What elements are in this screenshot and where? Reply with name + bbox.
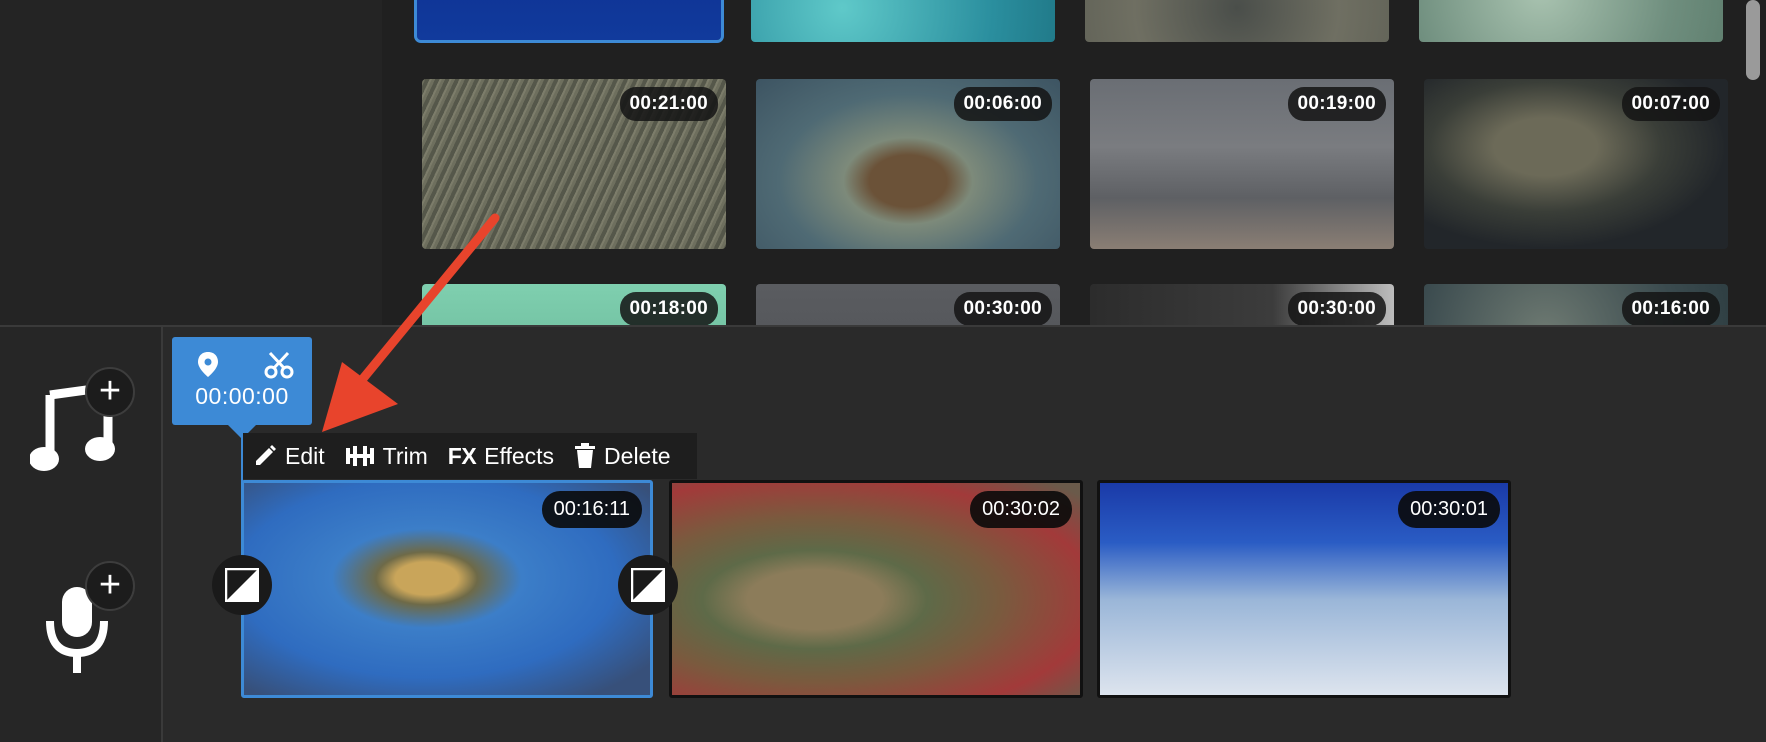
media-thumbnail[interactable]: 00:19:00 — [1090, 79, 1394, 249]
duration-badge: 00:30:00 — [1287, 292, 1386, 325]
fx-icon: FX — [447, 442, 477, 469]
media-thumbnail[interactable] — [1419, 0, 1723, 42]
trash-icon — [575, 443, 596, 468]
scissors-icon[interactable] — [264, 350, 294, 380]
transition-button[interactable] — [618, 555, 678, 615]
add-voiceover-button[interactable]: + — [30, 561, 140, 685]
track-controls: + + — [0, 327, 163, 742]
duration-badge: 00:30:01 — [1398, 491, 1500, 528]
media-thumbnail[interactable] — [414, 0, 724, 43]
add-icon: + — [85, 561, 135, 611]
transition-icon — [225, 568, 259, 602]
effects-button[interactable]: FX Effects — [438, 433, 564, 479]
transition-button[interactable] — [212, 555, 272, 615]
duration-badge: 00:30:00 — [953, 292, 1052, 325]
edit-label: Edit — [285, 442, 325, 469]
duration-badge: 00:21:00 — [619, 87, 718, 121]
media-thumbnail[interactable] — [751, 0, 1055, 42]
trim-button[interactable]: Trim — [335, 433, 438, 479]
duration-badge: 00:16:11 — [541, 491, 642, 528]
duration-badge: 00:07:00 — [1621, 87, 1720, 121]
media-thumbnail[interactable]: 00:30:00 — [1090, 284, 1394, 325]
media-thumbnail[interactable]: 00:30:00 — [756, 284, 1060, 325]
media-grid: 00:21:00 00:06:00 00:19:00 00:07:00 00:1… — [382, 0, 1766, 325]
duration-badge: 00:06:00 — [953, 87, 1052, 121]
location-pin-icon[interactable] — [196, 351, 220, 379]
edit-button[interactable]: Edit — [243, 433, 335, 479]
media-thumbnail[interactable]: 00:16:00 — [1424, 284, 1728, 325]
effects-label: Effects — [484, 442, 555, 469]
trim-label: Trim — [382, 442, 428, 469]
pencil-icon — [256, 445, 276, 465]
duration-badge: 00:16:00 — [1621, 292, 1720, 325]
add-icon: + — [85, 367, 135, 417]
media-thumbnail[interactable]: 00:18:00 — [422, 284, 726, 325]
add-music-button[interactable]: + — [30, 367, 140, 487]
media-thumbnail[interactable]: 00:07:00 — [1424, 79, 1728, 249]
media-thumbnail[interactable]: 00:21:00 — [422, 79, 726, 249]
playhead-marker[interactable]: 00:00:00 — [172, 337, 312, 425]
duration-badge: 00:19:00 — [1287, 87, 1386, 121]
delete-button[interactable]: Delete — [564, 433, 680, 479]
timeline-clip[interactable]: 00:30:01 — [1097, 480, 1511, 698]
clip-toolbar: Edit Trim FX Effects Delete — [243, 433, 697, 479]
transition-icon — [631, 568, 665, 602]
media-thumbnail[interactable]: 00:06:00 — [756, 79, 1060, 249]
media-thumbnail[interactable] — [1085, 0, 1389, 42]
trim-icon — [345, 446, 374, 466]
scrollbar-thumb[interactable] — [1746, 0, 1760, 80]
timeline-clip[interactable]: 00:16:11 — [241, 480, 653, 698]
duration-badge: 00:18:00 — [619, 292, 718, 325]
media-sidebar — [0, 0, 382, 325]
duration-badge: 00:30:02 — [970, 491, 1072, 528]
delete-label: Delete — [604, 442, 671, 469]
timeline-clip[interactable]: 00:30:02 — [669, 480, 1083, 698]
timeline: + + 00:00:00 Edit Trim FX Effects Delete… — [0, 327, 1766, 742]
media-library: 00:21:00 00:06:00 00:19:00 00:07:00 00:1… — [0, 0, 1766, 325]
playhead-time: 00:00:00 — [195, 383, 289, 409]
